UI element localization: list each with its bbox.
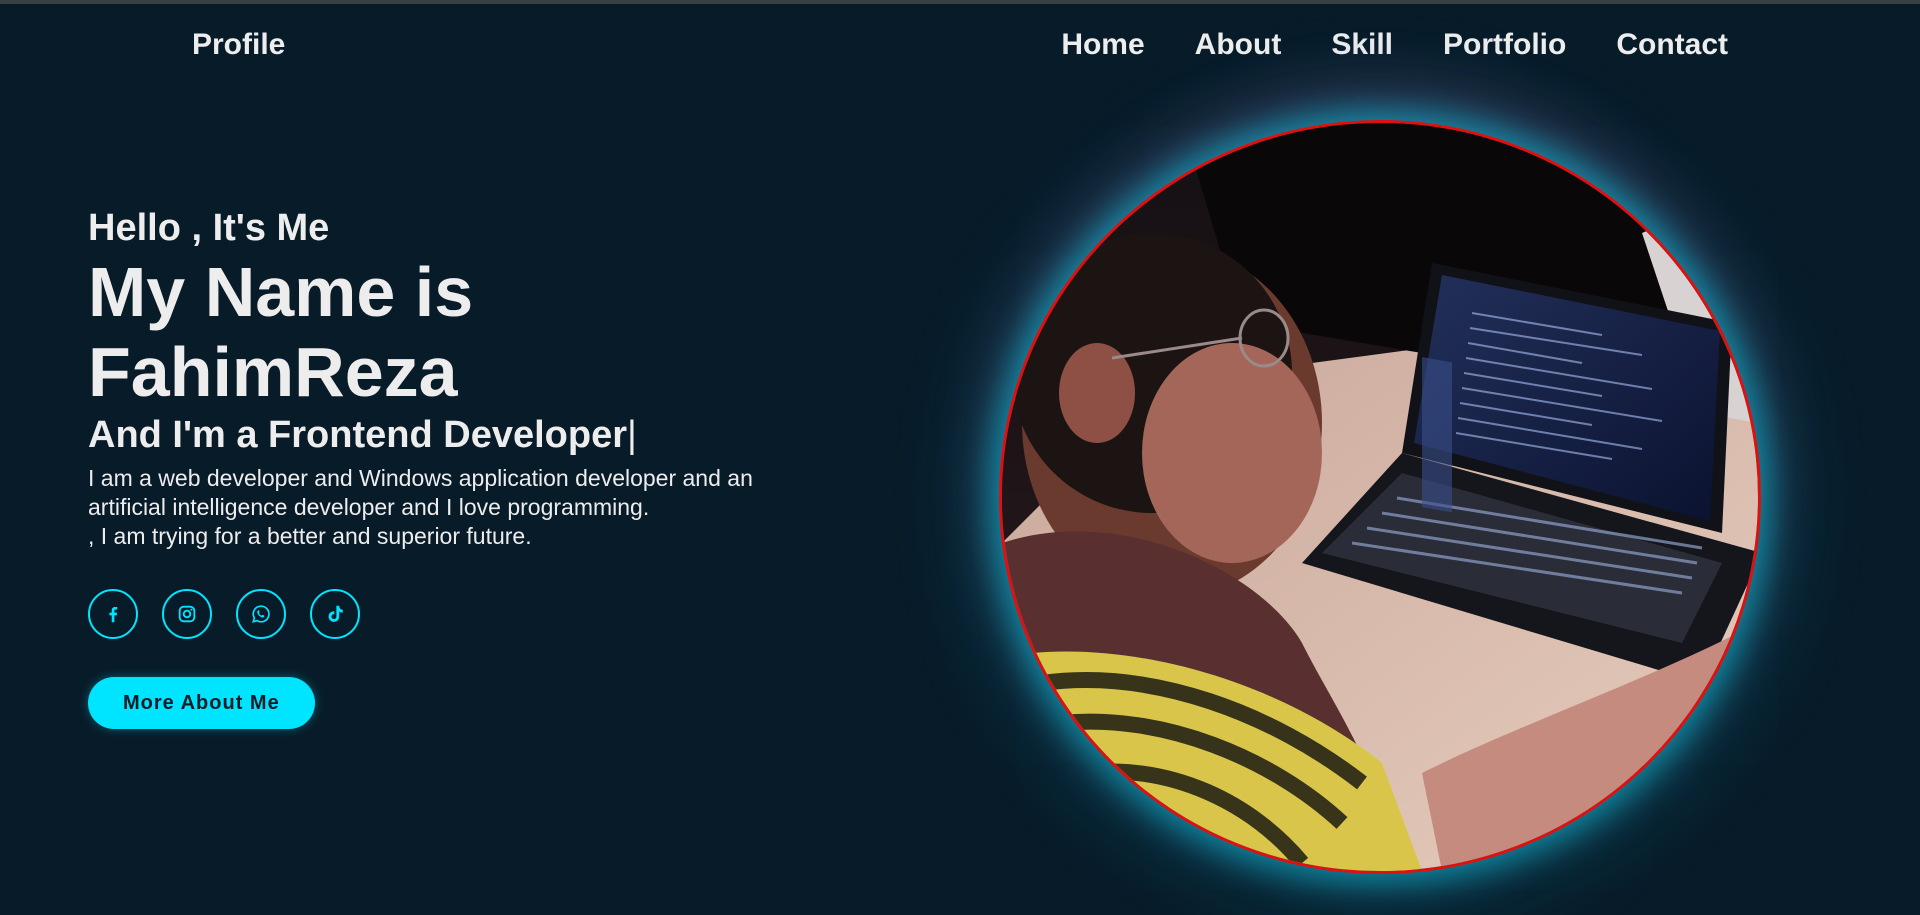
facebook-icon xyxy=(109,606,118,623)
social-links xyxy=(88,589,848,639)
main-nav: Home About Skill Portfolio Contact xyxy=(1061,28,1728,62)
tiktok-icon xyxy=(328,605,343,622)
site-header: Profile Home About Skill Portfolio Conta… xyxy=(0,4,1920,88)
description-line1: I am a web developer and Windows applica… xyxy=(88,465,753,491)
whatsapp-icon xyxy=(252,605,270,623)
nav-skill[interactable]: Skill xyxy=(1331,28,1393,62)
profile-photo-illustration xyxy=(1002,123,1758,871)
role-text: And I'm a Frontend Developer| xyxy=(88,412,848,458)
facebook-link[interactable] xyxy=(88,589,138,639)
whatsapp-link[interactable] xyxy=(236,589,286,639)
role-label: And I'm a Frontend Developer xyxy=(88,414,627,456)
description-line2: artificial intelligence developer and I … xyxy=(88,494,650,520)
hero-name-line1: My Name is xyxy=(88,253,474,331)
hero-name: My Name is FahimReza xyxy=(88,252,848,412)
nav-portfolio[interactable]: Portfolio xyxy=(1443,28,1566,62)
nav-about[interactable]: About xyxy=(1195,28,1282,62)
more-about-me-button[interactable]: More About Me xyxy=(88,677,315,729)
hero-content: Hello , It's Me My Name is FahimReza And… xyxy=(88,204,848,729)
tiktok-link[interactable] xyxy=(310,589,360,639)
description-line3: , I am trying for a better and superior … xyxy=(88,523,532,549)
instagram-icon xyxy=(178,605,196,623)
nav-home[interactable]: Home xyxy=(1061,28,1144,62)
logo[interactable]: Profile xyxy=(192,28,285,62)
typing-cursor: | xyxy=(627,414,637,456)
profile-photo xyxy=(999,120,1761,874)
hero-description: I am a web developer and Windows applica… xyxy=(88,464,848,551)
greeting: Hello , It's Me xyxy=(88,207,330,249)
instagram-link[interactable] xyxy=(162,589,212,639)
nav-contact[interactable]: Contact xyxy=(1616,28,1728,62)
hero-name-line2: FahimReza xyxy=(88,333,458,411)
